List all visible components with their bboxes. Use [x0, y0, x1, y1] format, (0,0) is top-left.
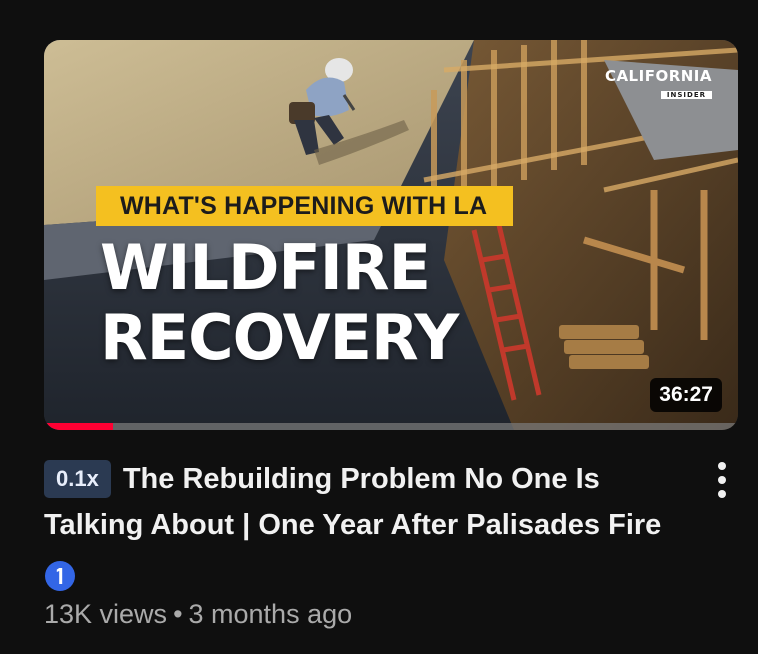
view-count: 13K views [44, 599, 168, 629]
video-thumbnail[interactable]: CALIFORNIA INSIDER WHAT'S HAPPENING WITH… [44, 40, 738, 430]
video-card: CALIFORNIA INSIDER WHAT'S HAPPENING WITH… [0, 0, 758, 654]
more-vert-icon-dot [718, 476, 726, 484]
video-title[interactable]: The Rebuilding Problem No One Is Talking… [44, 463, 661, 541]
watch-progress-fill [44, 423, 114, 430]
thumbnail-headline-line1: WILDFIRE [100, 231, 431, 304]
more-vert-icon [718, 462, 726, 470]
channel-logo: CALIFORNIA INSIDER [605, 68, 712, 100]
playback-speed-chip[interactable]: 0.1x [44, 460, 111, 498]
video-stats: 13K views • 3 months ago [44, 596, 352, 632]
video-metadata: 0.1x The Rebuilding Problem No One Is Tal… [44, 456, 684, 629]
separator-dot: • [173, 599, 183, 629]
duration-badge: 36:27 [650, 378, 722, 412]
thumbnail-banner: WHAT'S HAPPENING WITH LA [96, 186, 514, 226]
upload-age: 3 months ago [188, 599, 353, 629]
watch-progress-bar [44, 423, 738, 430]
more-options-button[interactable] [704, 460, 740, 500]
channel-logo-text: CALIFORNIA [604, 67, 712, 85]
thumbnail-headline-line2: RECOVERY [100, 301, 459, 374]
info-icon[interactable] [44, 560, 76, 592]
more-vert-icon-dot [718, 490, 726, 498]
channel-logo-subtext: INSIDER [660, 91, 712, 99]
video-title-block[interactable]: 0.1x The Rebuilding Problem No One Is Tal… [44, 456, 684, 548]
